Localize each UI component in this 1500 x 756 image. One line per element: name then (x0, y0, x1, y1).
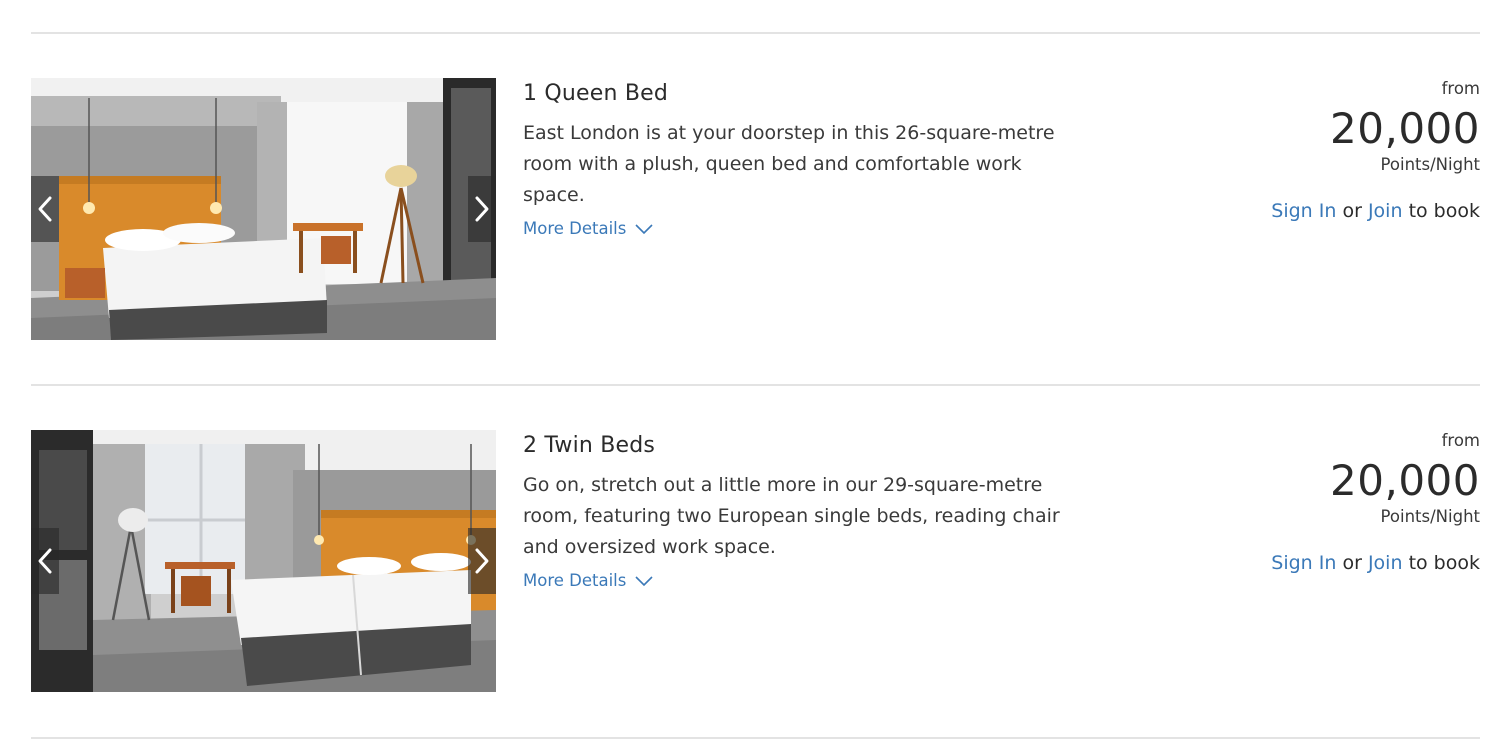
room-info: 1 Queen Bed East London is at your doors… (523, 78, 1083, 241)
room-info: 2 Twin Beds Go on, stretch out a little … (523, 430, 1083, 593)
more-details-label: More Details (523, 571, 627, 590)
room-list: 1 Queen Bed East London is at your doors… (0, 0, 1500, 756)
room-photo (31, 430, 496, 692)
room-photo-carousel[interactable] (31, 430, 496, 692)
points-value: 20,000 (1330, 104, 1480, 153)
room-card-queen: 1 Queen Bed East London is at your doors… (31, 78, 1480, 340)
carousel-next-button[interactable] (468, 528, 496, 594)
carousel-prev-button[interactable] (31, 528, 59, 594)
join-link[interactable]: Join (1368, 552, 1403, 574)
carousel-next-button[interactable] (468, 176, 496, 242)
divider (31, 32, 1480, 34)
sign-in-link[interactable]: Sign In (1271, 552, 1336, 574)
room-card-twin: 2 Twin Beds Go on, stretch out a little … (31, 430, 1480, 692)
book-prompt: Sign In or Join to book (1220, 550, 1480, 576)
to-book-text: to book (1408, 552, 1480, 574)
or-text: or (1342, 552, 1362, 574)
room-price: from 20,000 Points/Night Sign In or Join… (1220, 430, 1480, 576)
sign-in-link[interactable]: Sign In (1271, 200, 1336, 222)
room-photo-carousel[interactable] (31, 78, 496, 340)
chevron-right-icon (474, 547, 490, 575)
chevron-down-icon (626, 223, 653, 235)
points-value: 20,000 (1330, 456, 1480, 505)
room-description: Go on, stretch out a little more in our … (523, 474, 1060, 558)
price-from-label: from (1441, 431, 1480, 450)
or-text: or (1342, 200, 1362, 222)
room-description: East London is at your doorstep in this … (523, 122, 1055, 206)
more-details-label: More Details (523, 219, 627, 238)
chevron-left-icon (37, 547, 53, 575)
more-details-link[interactable]: More Details (523, 217, 653, 241)
room-price: from 20,000 Points/Night Sign In or Join… (1220, 78, 1480, 224)
divider (31, 384, 1480, 386)
carousel-prev-button[interactable] (31, 176, 59, 242)
chevron-right-icon (474, 195, 490, 223)
chevron-left-icon (37, 195, 53, 223)
room-title: 2 Twin Beds (523, 433, 656, 458)
price-from-label: from (1441, 79, 1480, 98)
join-link[interactable]: Join (1368, 200, 1403, 222)
points-unit-label: Points/Night (1380, 155, 1480, 174)
more-details-link[interactable]: More Details (523, 569, 653, 593)
to-book-text: to book (1408, 200, 1480, 222)
chevron-down-icon (626, 575, 653, 587)
divider (31, 737, 1480, 739)
room-title: 1 Queen Bed (523, 81, 669, 106)
points-unit-label: Points/Night (1380, 507, 1480, 526)
book-prompt: Sign In or Join to book (1220, 198, 1480, 224)
room-photo (31, 78, 496, 340)
